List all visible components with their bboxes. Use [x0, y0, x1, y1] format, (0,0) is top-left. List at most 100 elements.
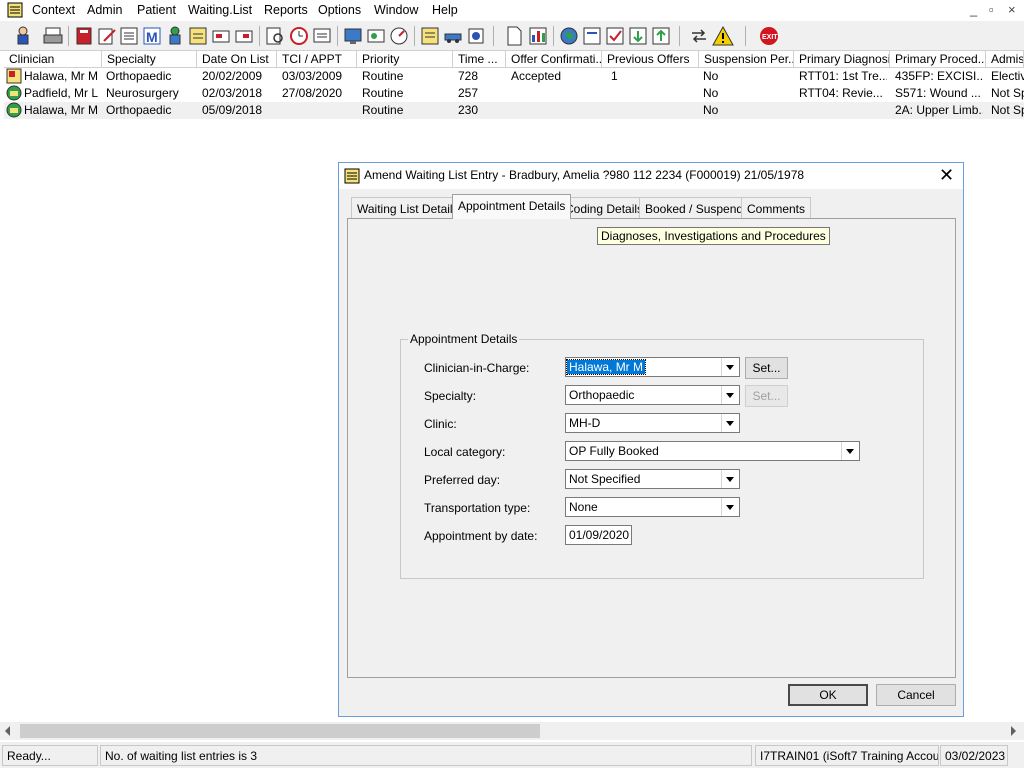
transportation-select[interactable]: None	[565, 497, 740, 517]
chevron-down-icon[interactable]	[721, 358, 739, 376]
status-date: 03/02/2023	[940, 745, 1008, 766]
col-header-clinician[interactable]: Clinician	[4, 51, 102, 68]
menu-waiting-list[interactable]: Waiting.List	[188, 3, 252, 17]
chevron-down-icon[interactable]	[721, 386, 739, 404]
person-icon[interactable]	[164, 25, 186, 47]
screen-icon[interactable]	[311, 25, 333, 47]
note-icon[interactable]	[187, 25, 209, 47]
card-icon[interactable]	[365, 25, 387, 47]
group-title: Appointment Details	[408, 332, 520, 346]
gauge-icon[interactable]	[388, 25, 410, 47]
menu-help[interactable]: Help	[432, 3, 458, 17]
cell-priority: Routine	[362, 69, 404, 83]
tab-appointment-details[interactable]: Appointment Details	[452, 194, 572, 219]
col-header-suspension-period[interactable]: Suspension Per...	[699, 51, 794, 68]
cancel-button[interactable]: Cancel	[876, 684, 956, 706]
chart-icon[interactable]	[527, 25, 549, 47]
chevron-down-icon[interactable]	[841, 442, 859, 460]
edit-doc-icon[interactable]	[96, 25, 118, 47]
col-header-previous-offers[interactable]: Previous Offers	[602, 51, 699, 68]
form-up-icon[interactable]	[650, 25, 672, 47]
scrollbar-thumb[interactable]	[20, 724, 540, 738]
document-icon[interactable]	[503, 25, 525, 47]
ok-button[interactable]: OK	[788, 684, 868, 706]
cell-admission: Electiv	[991, 69, 1024, 83]
menu-patient[interactable]: Patient	[137, 3, 176, 17]
print-icon[interactable]	[42, 25, 64, 47]
preferred-day-select[interactable]: Not Specified	[565, 469, 740, 489]
clock-icon[interactable]	[288, 25, 310, 47]
book-red-icon[interactable]	[73, 25, 95, 47]
clinic-value: MH-D	[569, 416, 601, 430]
dialog-titlebar[interactable]: Amend Waiting List Entry - Bradbury, Ame…	[339, 163, 963, 189]
close-app-button[interactable]: ×	[1008, 2, 1016, 17]
cell-admission: Not Sp	[991, 86, 1024, 100]
tab-waiting-list-details[interactable]: Waiting List Details	[351, 197, 465, 218]
table-row[interactable]: Padfield, Mr L Neurosurgery 02/03/2018 2…	[4, 85, 1024, 102]
chevron-down-icon[interactable]	[721, 498, 739, 516]
col-header-date-on-list[interactable]: Date On List	[197, 51, 277, 68]
clinician-value: Halawa, Mr M	[565, 359, 647, 375]
menu-context[interactable]: Context	[32, 3, 75, 17]
search-doc-icon[interactable]	[264, 25, 286, 47]
col-header-primary-procedure[interactable]: Primary Proced...	[890, 51, 986, 68]
swap-icon[interactable]	[688, 25, 710, 47]
cell-priority: Routine	[362, 86, 404, 100]
form-check-icon[interactable]	[604, 25, 626, 47]
notepad-icon[interactable]	[419, 25, 441, 47]
list-icon[interactable]	[118, 25, 140, 47]
car-icon[interactable]	[442, 25, 464, 47]
menu-admin[interactable]: Admin	[87, 3, 122, 17]
scroll-right-icon[interactable]	[1011, 726, 1016, 736]
local-category-select[interactable]: OP Fully Booked	[565, 441, 860, 461]
set-clinician-button[interactable]: Set...	[745, 357, 788, 379]
table-row[interactable]: Halawa, Mr M Orthopaedic 05/09/2018 Rout…	[4, 102, 1024, 119]
phone-icon[interactable]	[465, 25, 487, 47]
globe-icon[interactable]	[558, 25, 580, 47]
clinician-select[interactable]: Halawa, Mr M	[565, 357, 740, 377]
cell-date-on-list: 05/09/2018	[202, 103, 263, 117]
flag-icon[interactable]	[210, 25, 232, 47]
col-header-priority[interactable]: Priority	[357, 51, 453, 68]
tab-coding-details[interactable]: Coding Details	[559, 197, 650, 218]
cell-clinician: Halawa, Mr M	[24, 69, 99, 83]
appointment-by-date-input[interactable]: 01/09/2020	[565, 525, 632, 545]
flag2-icon[interactable]	[233, 25, 255, 47]
chevron-down-icon[interactable]	[721, 470, 739, 488]
scroll-left-icon[interactable]	[5, 726, 10, 736]
warning-icon[interactable]	[712, 25, 734, 47]
col-header-specialty[interactable]: Specialty	[102, 51, 197, 68]
restore-button[interactable]: ▫	[989, 2, 994, 17]
menu-options[interactable]: Options	[318, 3, 361, 17]
minimize-button[interactable]: _	[970, 2, 977, 17]
horizontal-scrollbar[interactable]	[0, 722, 1024, 740]
tab-comments[interactable]: Comments	[741, 197, 812, 218]
tab-panel: Appointment Details Clinician-in-Charge:…	[347, 218, 956, 678]
clinic-select[interactable]: MH-D	[565, 413, 740, 433]
col-header-primary-diagnosis[interactable]: Primary Diagnosis	[794, 51, 890, 68]
tab-booked-suspend[interactable]: Booked / Suspend	[639, 197, 750, 218]
cell-primary-procedure: 435FP: EXCISI...	[895, 69, 983, 83]
left-frame	[0, 51, 3, 741]
globe-patient-icon	[6, 102, 22, 118]
cell-clinician: Padfield, Mr L	[24, 86, 99, 100]
cell-offer-confirmation: Accepted	[511, 69, 562, 83]
col-header-admission[interactable]: Admiss	[986, 51, 1024, 68]
form-down-icon[interactable]	[627, 25, 649, 47]
chevron-down-icon[interactable]	[721, 414, 739, 432]
exit-icon[interactable]: EXIT	[758, 25, 780, 47]
app-notepad-icon[interactable]	[7, 2, 23, 18]
close-icon[interactable]: ✕	[939, 165, 954, 185]
table-row[interactable]: Halawa, Mr M Orthopaedic 20/02/2009 03/0…	[4, 68, 1024, 85]
col-header-offer-confirmation[interactable]: Offer Confirmati...	[506, 51, 602, 68]
monitor-icon[interactable]	[342, 25, 364, 47]
form-icon[interactable]	[581, 25, 603, 47]
menu-window[interactable]: Window	[374, 3, 418, 17]
col-header-tci-appt[interactable]: TCI / APPT	[277, 51, 357, 68]
specialty-select[interactable]: Orthopaedic	[565, 385, 740, 405]
find-patient-icon[interactable]	[12, 25, 34, 47]
letter-m-icon[interactable]: M	[141, 25, 163, 47]
menu-reports[interactable]: Reports	[264, 3, 308, 17]
transportation-label: Transportation type:	[424, 501, 531, 515]
col-header-time[interactable]: Time ...	[453, 51, 506, 68]
